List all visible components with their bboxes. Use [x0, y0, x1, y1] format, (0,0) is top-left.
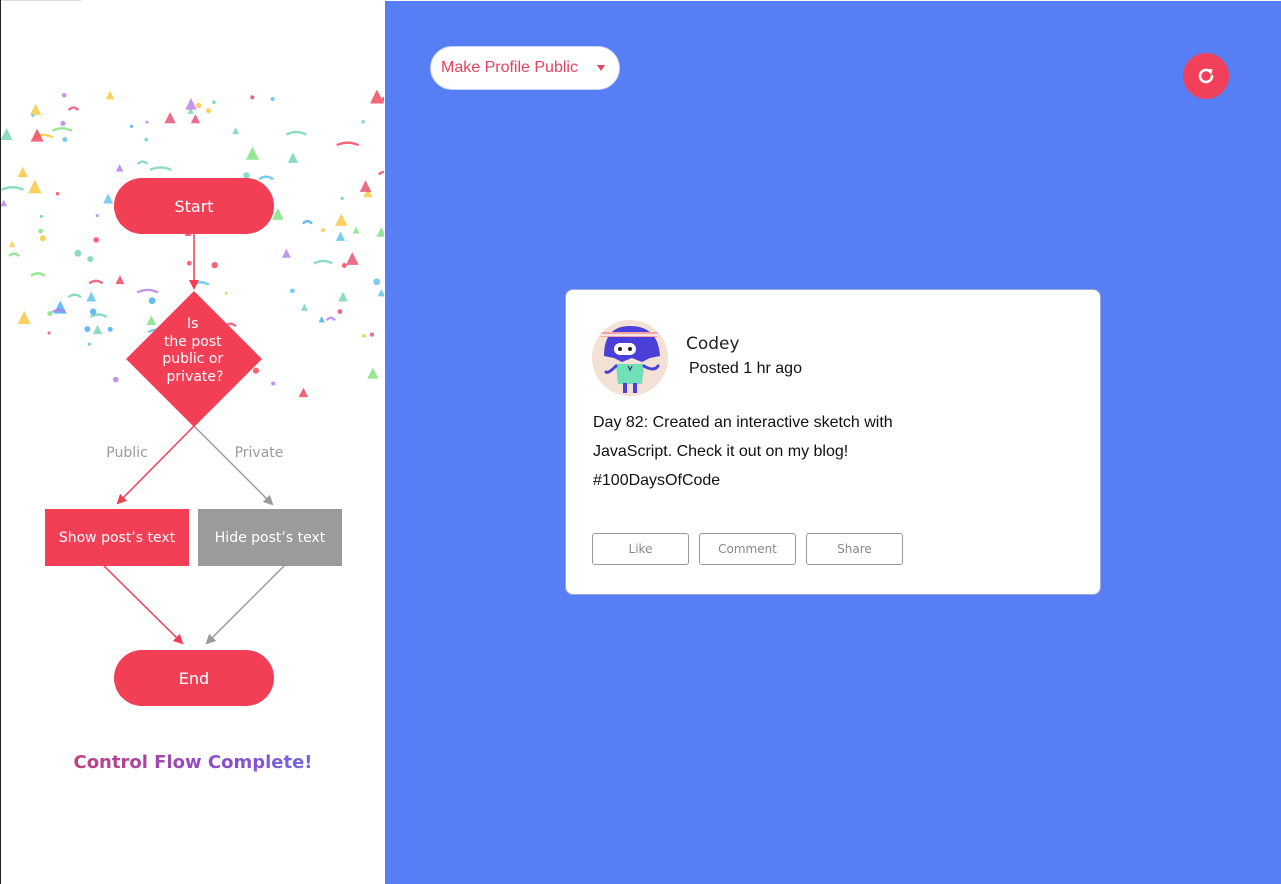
end-label: End: [179, 669, 209, 688]
privacy-dropdown[interactable]: Make Profile Public: [430, 46, 620, 90]
chevron-down-icon: [597, 65, 605, 71]
post-card: Codey Posted 1 hr ago Day 82: Created an…: [565, 289, 1101, 595]
post-hashtag: #100DaysOfCode: [593, 472, 721, 489]
show-text-label: Show post’s text: [59, 530, 176, 546]
public-branch-label: Public: [106, 445, 147, 461]
decision-line: Is: [187, 316, 198, 332]
decision-line: private?: [167, 369, 224, 385]
refresh-button[interactable]: [1183, 53, 1229, 99]
post-author: Codey: [686, 334, 740, 354]
decision-line: the post: [164, 334, 222, 350]
share-button[interactable]: Share: [806, 533, 903, 565]
codey-mascot-icon: [592, 320, 668, 396]
post-timestamp: Posted 1 hr ago: [689, 360, 802, 377]
private-branch-label: Private: [235, 445, 284, 461]
social-feed-panel: Make Profile Public Codey Posted 1 hr ag…: [385, 1, 1281, 884]
post-body: Day 82: Created an interactive sketch wi…: [593, 408, 973, 495]
show-to-end-arrow: [103, 565, 184, 645]
flowchart-panel: Start Is the post public or private? Pub…: [0, 0, 384, 884]
refresh-icon: [1198, 68, 1214, 84]
complete-message: Control Flow Complete!: [1, 752, 384, 773]
privacy-dropdown-value: Make Profile Public: [441, 59, 578, 76]
post-actions: Like Comment Share: [592, 533, 903, 565]
private-branch-arrow: [193, 425, 274, 506]
start-label: Start: [174, 197, 213, 216]
public-branch-arrow: [116, 425, 195, 505]
hide-text-label: Hide post’s text: [215, 530, 326, 546]
hide-to-end-arrow: [205, 565, 285, 645]
comment-button[interactable]: Comment: [699, 533, 796, 565]
avatar: [592, 320, 668, 396]
decision-line: public or: [162, 351, 223, 367]
like-button[interactable]: Like: [592, 533, 689, 565]
post-body-line: Day 82: Created an interactive sketch wi…: [593, 414, 893, 431]
post-body-line: JavaScript. Check it out on my blog!: [593, 443, 849, 460]
